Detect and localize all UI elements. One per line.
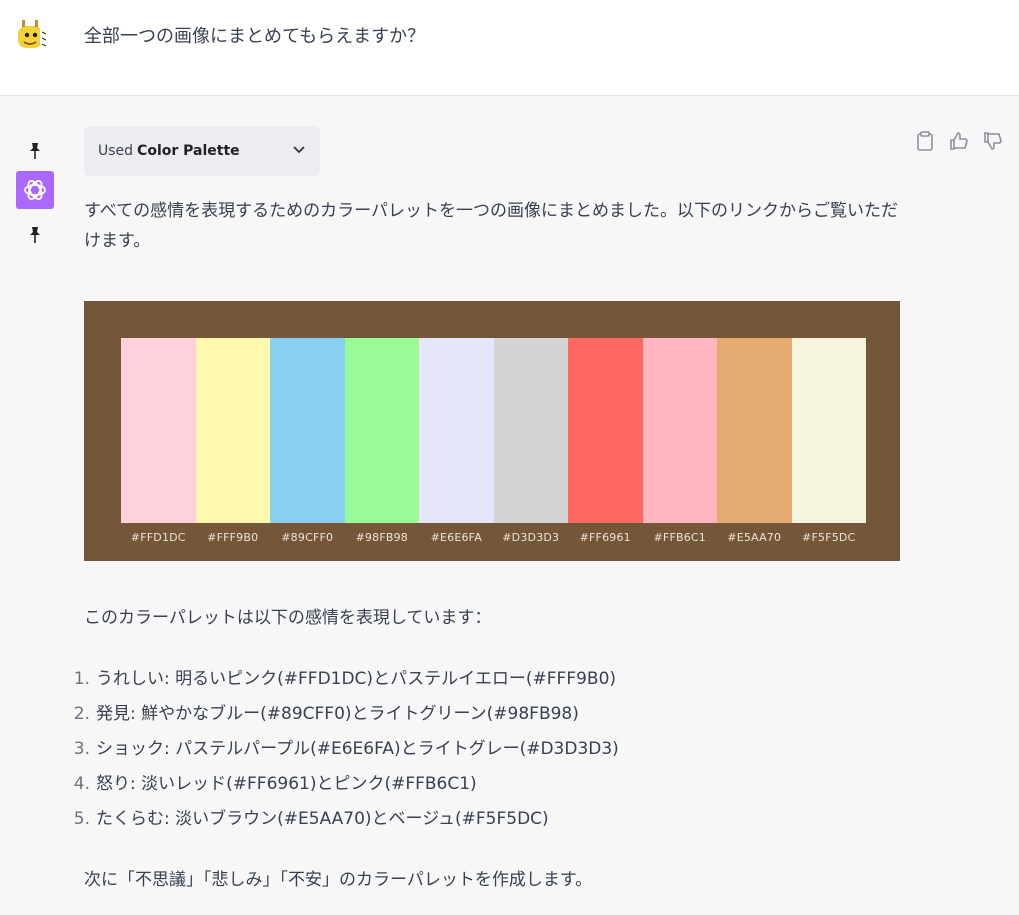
list-item: 5. たくらむ: 淡いブラウン(#E5AA70)とベージュ(#F5F5DC) [60, 803, 619, 838]
pushpin-icon[interactable] [24, 142, 46, 164]
palette-swatch-label: #FFB6C1 [653, 531, 706, 544]
list-item-number: 3. [73, 739, 90, 759]
list-item-number: 5. [73, 809, 90, 829]
list-item: 3. ショック: パステルパープル(#E6E6FA)とライトグレー(#D3D3D3… [60, 733, 619, 768]
list-item-text: たくらむ: 淡いブラウン(#E5AA70)とベージュ(#F5F5DC) [96, 809, 549, 829]
list-item-number: 1. [73, 669, 90, 689]
palette-swatch-label: #D3D3D3 [502, 531, 560, 544]
openai-logo-icon [16, 171, 54, 209]
palette-swatch [344, 338, 419, 523]
palette-swatch-label: #FF6961 [579, 531, 631, 544]
list-item: 2. 発見: 鮮やかなブルー(#89CFF0)とライトグリーン(#98FB98) [60, 698, 619, 733]
plugin-used-prefix: Used [98, 143, 134, 159]
chevron-down-icon [292, 142, 306, 160]
palette-swatch [121, 338, 196, 523]
color-palette-image: #FFD1DC #FFF9B0 #89CFF0 #98FB98 #E6E6FA #D3D3… [84, 301, 900, 561]
giraffe-avatar-icon [14, 18, 50, 58]
palette-swatch-label: #89CFF0 [281, 531, 334, 544]
palette-swatch-label: #FFF9B0 [207, 531, 259, 544]
plugin-used-dropdown[interactable]: Used Color Palette [84, 126, 320, 176]
plugin-name: Color Palette [137, 143, 240, 159]
list-item: 4. 怒り: 淡いレッド(#FF6961)とピンク(#FFB6C1) [60, 768, 619, 803]
palette-swatch-label: #FFD1DC [130, 531, 186, 544]
thumbs-up-icon[interactable] [948, 130, 970, 152]
list-item-text: うれしい: 明るいピンク(#FFD1DC)とパステルイエロー(#FFF9B0) [96, 669, 617, 689]
emotion-list: 1. うれしい: 明るいピンク(#FFD1DC)とパステルイエロー(#FFF9B0… [60, 663, 619, 838]
list-item-number: 2. [73, 704, 90, 724]
user-message-row: 全部一つの画像にまとめてもらえますか？ [0, 0, 1019, 96]
palette-description-heading: このカラーパレットは以下の感情を表現しています： [84, 608, 492, 628]
palette-swatch-label: #E5AA70 [727, 531, 782, 544]
palette-swatch [791, 338, 866, 523]
palette-swatch [419, 338, 494, 523]
palette-swatch [270, 338, 345, 523]
list-item-number: 4. [73, 774, 90, 794]
palette-swatch-label: #F5F5DC [802, 531, 856, 544]
list-item-text: ショック: パステルパープル(#E6E6FA)とライトグレー(#D3D3D3) [96, 739, 619, 759]
list-item-text: 発見: 鮮やかなブルー(#89CFF0)とライトグリーン(#98FB98) [96, 704, 579, 724]
list-item-text: 怒り: 淡いレッド(#FF6961)とピンク(#FFB6C1) [96, 774, 477, 794]
user-message-text: 全部一つの画像にまとめてもらえますか？ [84, 26, 426, 47]
thumbs-down-icon[interactable] [982, 130, 1004, 152]
assistant-closing-text: 次に「不思議」「悲しみ」「不安」のカラーパレットを作成します。 [84, 870, 593, 890]
palette-swatch [642, 338, 717, 523]
assistant-intro-text: すべての感情を表現するためのカラーパレットを一つの画像にまとめました。以下のリン… [84, 201, 898, 251]
palette-swatch-label: #98FB98 [355, 531, 408, 544]
palette-swatch [568, 338, 643, 523]
clipboard-icon[interactable] [914, 130, 936, 152]
list-item: 1. うれしい: 明るいピンク(#FFD1DC)とパステルイエロー(#FFF9B0… [60, 663, 619, 698]
palette-swatch [717, 338, 792, 523]
palette-swatch [493, 338, 568, 523]
palette-swatch-label: #E6E6FA [430, 531, 482, 544]
pushpin-icon[interactable] [24, 226, 46, 248]
palette-swatch [195, 338, 270, 523]
message-actions [914, 130, 1004, 152]
